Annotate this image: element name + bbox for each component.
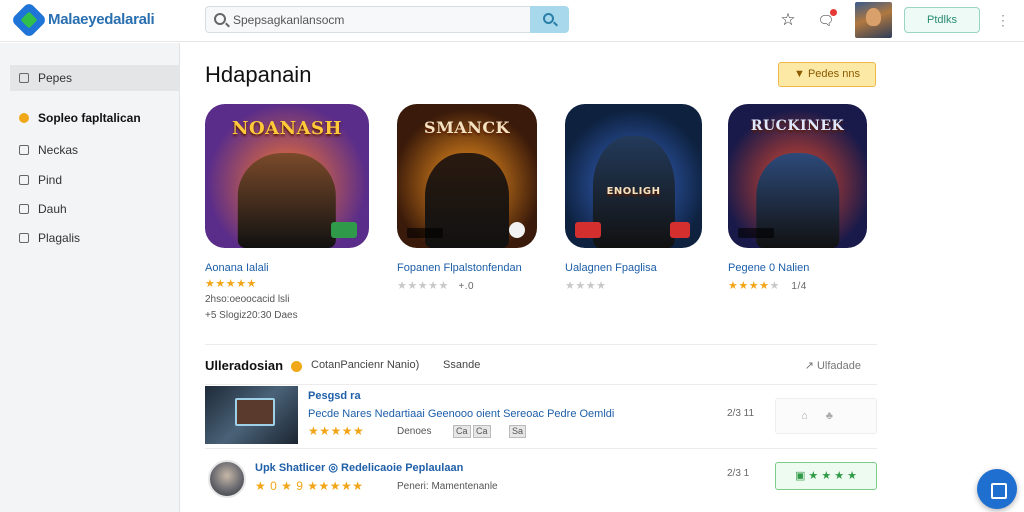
sidebar-item-label: Dauh [38, 202, 67, 216]
brand-name[interactable]: Malaeyedalarali [48, 11, 155, 28]
tag-badge: Ca [453, 425, 471, 438]
character-figure [237, 152, 337, 248]
section-subtitle: Ssande [443, 359, 481, 371]
star-icons: ★★★★★ [308, 424, 365, 438]
tile-badge [670, 222, 690, 238]
featured-card[interactable]: ENOLIGH [565, 104, 702, 248]
tile-badge [738, 228, 774, 238]
tile-badge [331, 222, 357, 238]
section-title: Ulleradosian [205, 358, 284, 373]
tag-badge: Ca [473, 425, 491, 438]
list-thumbnail[interactable] [205, 386, 298, 444]
install-button[interactable]: ▣ ★ ★ ★ ★ [775, 462, 877, 490]
list-item[interactable]: Upk Shatlicer ◎ Redelicaoie Peplaulaan ★… [205, 452, 877, 508]
sidebar-item-label: Pepes [38, 71, 73, 85]
card-title[interactable]: Ualagnen Fpaglisa [565, 262, 657, 274]
sidebar-item-pind[interactable]: Pind [10, 167, 180, 193]
square-icon [19, 73, 29, 83]
page-title: Hdapanain [205, 62, 312, 87]
sidebar-item-label: Plagalis [38, 231, 81, 245]
sidebar-item-label: Sopleo fapltalican [38, 111, 141, 125]
star-icons-empty: ★ [769, 280, 780, 292]
star-icons-empty: ★★★★ [565, 280, 607, 292]
tile-badge [575, 222, 601, 238]
game-tile-image[interactable]: ENOLIGH [565, 104, 702, 248]
card-title[interactable]: Pegene 0 Nalien [728, 262, 809, 274]
square-icon [19, 233, 29, 243]
card-title[interactable]: Fopanen Flpalstonfendan [397, 262, 522, 274]
more-options-icon[interactable]: ⋮ [996, 10, 1010, 30]
divider [205, 448, 877, 449]
card-meta: +5 Slogiz20:30 Daes [205, 310, 298, 321]
tile-logo-text: RUCKINEK [750, 118, 845, 134]
card-meta: 2hso:oeoocacid lsli [205, 294, 290, 305]
list-item-meta: Denoes [397, 426, 432, 437]
star-icons: ★ 0 ★ 9 ★★★★★ [255, 479, 364, 493]
list-item-title[interactable]: Pesgsd ra [308, 390, 361, 402]
star-icons-filled: ★★★★★ [205, 278, 257, 290]
section-link[interactable]: ↗ Ulfadade [805, 359, 861, 372]
search-icon [214, 13, 226, 25]
tile-badge [407, 228, 443, 238]
rating-value: 1/4 [791, 281, 807, 292]
card-rating: ★★★★ [565, 279, 606, 292]
notification-dot [830, 9, 837, 16]
sidebar-item-dauh[interactable]: Dauh [10, 196, 180, 222]
app-logo-icon[interactable] [10, 1, 48, 39]
favorites-star-icon[interactable]: ☆ [776, 8, 800, 32]
tile-logo-text: SMANCK [424, 118, 510, 137]
list-item-description: Pecde Nares Nedartiaai Geenooo oient Ser… [308, 408, 615, 420]
magnifier-icon [543, 13, 554, 24]
star-icons-empty: ★★★★★ [397, 280, 449, 292]
list-item[interactable]: Pesgsd ra Pecde Nares Nedartiaai Geenooo… [205, 386, 877, 446]
search-box[interactable] [205, 6, 531, 33]
square-icon [19, 175, 29, 185]
header-action-button[interactable]: Ptdlks [904, 7, 980, 33]
sidebar-item-sopleo[interactable]: Sopleo fapltalican [10, 105, 180, 131]
featured-card[interactable]: SMANCK [397, 104, 537, 248]
search-button[interactable] [530, 6, 569, 33]
coin-icon [291, 361, 302, 372]
floating-action-button[interactable] [977, 469, 1017, 509]
rating-value: +.0 [458, 281, 475, 292]
notifications-button[interactable]: 🗨 [814, 8, 838, 32]
user-avatar[interactable] [855, 2, 892, 38]
section-subtitle: CotanPancienr Nanio) [311, 359, 420, 371]
sidebar-item-label: Neckas [38, 143, 79, 157]
square-icon [19, 204, 29, 214]
divider [205, 344, 877, 345]
star-icons-filled: ★★★★ [728, 280, 770, 292]
card-title[interactable]: Aonana Ialali [205, 262, 269, 274]
filter-pill-button[interactable]: ▼ Pedes nns [778, 62, 876, 87]
sidebar-item-neckas[interactable]: Neckas [10, 137, 180, 163]
divider [205, 384, 877, 385]
list-item-count: 2/3 1 [727, 468, 750, 479]
list-item-title[interactable]: Upk Shatlicer ◎ Redelicaoie Peplaulaan [255, 461, 463, 474]
tile-logo-text: ENOLIGH [606, 186, 661, 197]
game-tile-image[interactable]: SMANCK [397, 104, 537, 248]
tag-badge: Sa [509, 425, 527, 438]
card-rating: ★★★★★ +.0 [397, 279, 474, 292]
coin-icon [19, 113, 29, 123]
sidebar-item-plagalis[interactable]: Plagalis [10, 225, 180, 251]
sidebar-item-label: Pind [38, 173, 63, 187]
row-actions-button[interactable]: ⌂♣ [775, 398, 877, 434]
card-rating: ★★★★★ 1/4 [728, 279, 807, 292]
list-item-meta: Peneri: Mamentenanle [397, 481, 498, 492]
tile-badge [509, 222, 525, 238]
list-item-count: 2/3 11 [727, 408, 755, 419]
search-input[interactable] [233, 10, 523, 30]
sidebar-item-pepes[interactable]: Pepes [10, 65, 180, 91]
top-bar: Malaeyedalarali ☆ 🗨 Ptdlks ⋮ [0, 0, 1024, 42]
card-rating: ★★★★★ [205, 277, 257, 290]
featured-card[interactable]: RUCKINEK [728, 104, 867, 248]
section-header: Ulleradosian CotanPancienr Nanio) Ssande… [205, 358, 877, 378]
featured-card[interactable]: NOANASH [205, 104, 369, 248]
game-tile-image[interactable]: RUCKINEK [728, 104, 867, 248]
sidebar: Pepes Sopleo fapltalican Neckas Pind Dau… [0, 43, 180, 512]
square-icon [19, 145, 29, 155]
game-tile-image[interactable]: NOANASH [205, 104, 369, 248]
publisher-avatar[interactable] [208, 460, 246, 498]
tile-logo-text: NOANASH [231, 118, 343, 139]
